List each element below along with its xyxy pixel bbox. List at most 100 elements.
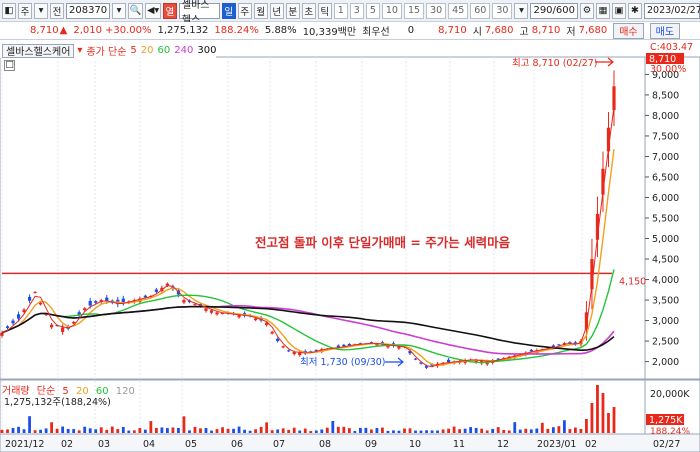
- interval-3[interactable]: 3: [349, 2, 364, 19]
- period-day-button[interactable]: 일: [221, 2, 236, 19]
- collapse-icon[interactable]: □: [4, 60, 15, 71]
- period-month-button[interactable]: 월: [253, 2, 268, 19]
- volume-bar: [55, 428, 59, 433]
- interval-10[interactable]: 10: [381, 2, 402, 19]
- code-dropdown-icon[interactable]: ▾: [112, 2, 126, 19]
- y-tick-label: 7,000: [652, 152, 679, 163]
- stock-name-field: 셀바스헬스: [178, 0, 220, 26]
- volume-bar: [546, 428, 550, 433]
- y-tick-label: 4,500: [652, 255, 679, 266]
- info-badge[interactable]: 열: [162, 2, 177, 19]
- volume-bar: [518, 429, 522, 433]
- speaker-icon[interactable]: ◀▾: [145, 2, 161, 19]
- chevron-down-icon[interactable]: ▾: [34, 2, 48, 19]
- interval-15[interactable]: 15: [403, 2, 425, 19]
- legend-dropdown-icon[interactable]: ▾: [77, 45, 82, 56]
- volume-bar: [314, 430, 318, 433]
- volume-bar: [392, 430, 395, 433]
- x-tick-label: 11: [453, 439, 465, 450]
- volume-bar: [298, 430, 302, 433]
- interval-45[interactable]: 45: [448, 2, 469, 19]
- volume-bar: [292, 427, 296, 433]
- x-tick-label: 2021/12: [5, 439, 44, 450]
- y-tick-label: 7,500: [652, 131, 679, 142]
- interval-5[interactable]: 5: [365, 2, 380, 19]
- period-tick-button[interactable]: 틱: [317, 2, 332, 19]
- volume-bar: [270, 430, 274, 433]
- x-tick-label: 08: [319, 439, 331, 450]
- volume-bar: [342, 426, 346, 433]
- volume-bar: [177, 427, 180, 433]
- tab-main[interactable]: 주: [18, 2, 32, 19]
- period-second-button[interactable]: 초: [301, 2, 316, 19]
- low-annotation: 최저 1,730 (09/30): [300, 357, 386, 368]
- volume-bar: [529, 429, 533, 433]
- period-year-button[interactable]: 년: [269, 2, 284, 19]
- volume-bar: [6, 429, 9, 433]
- best-bid-value: 0: [407, 25, 415, 36]
- volume-bar: [105, 429, 109, 433]
- chart-tools-icon[interactable]: ⚙: [580, 2, 594, 19]
- count-field[interactable]: 290/600: [530, 2, 578, 19]
- stock-code-input[interactable]: 208370: [66, 2, 110, 19]
- save-icon[interactable]: ▣: [612, 2, 626, 19]
- volume-bar: [232, 428, 235, 433]
- buy-button[interactable]: 매수: [613, 22, 644, 39]
- interval-30[interactable]: 30: [426, 2, 447, 19]
- candle-body: [287, 350, 291, 352]
- resistance-label: 4,150: [619, 276, 646, 287]
- x-tick-label: 07: [273, 439, 285, 450]
- volume-bar: [502, 429, 506, 433]
- sell-button[interactable]: 매도: [649, 22, 681, 39]
- interval-dropdown-icon[interactable]: ▾: [514, 2, 529, 19]
- period-minute-button[interactable]: 분: [285, 2, 300, 19]
- ma-60: 60: [157, 45, 171, 56]
- volume-bar: [50, 422, 54, 433]
- volume-bar: [414, 430, 417, 433]
- interval-60[interactable]: 60: [470, 2, 491, 19]
- volume-bar: [585, 419, 588, 433]
- volume-bar: [590, 403, 594, 433]
- period-week-button[interactable]: 주: [237, 2, 252, 19]
- gear-icon[interactable]: ✱: [628, 2, 642, 19]
- window-menu-icon[interactable]: ◧: [2, 2, 16, 19]
- volume-bar: [88, 428, 92, 433]
- up-arrow-icon: ▲: [59, 25, 68, 36]
- candle-body: [215, 312, 219, 315]
- volume-bar: [596, 385, 599, 433]
- y-tick-label: 5,000: [652, 234, 679, 245]
- candle-body: [50, 324, 54, 328]
- high-label: 고: [519, 27, 529, 38]
- volume-bar: [138, 428, 142, 433]
- interval-custom[interactable]: 30: [492, 2, 513, 19]
- candle-body: [88, 300, 92, 306]
- candle-body: [5, 326, 10, 329]
- ma-240: 240: [174, 45, 194, 56]
- volume-bar: [353, 430, 357, 433]
- volume-bar: [221, 427, 224, 433]
- volume-bar: [149, 421, 153, 433]
- volume-bar: [39, 429, 42, 433]
- volume-bar: [469, 427, 473, 433]
- volume-bar: [248, 430, 252, 433]
- price-pane: [0, 56, 646, 380]
- tab-all[interactable]: 전: [50, 2, 64, 19]
- ma-type-label: 종가 단순: [86, 47, 127, 58]
- stock-name-label[interactable]: 셀바스헬스케어: [2, 43, 75, 58]
- volume-bar: [562, 420, 566, 433]
- volume-bar: [199, 428, 202, 433]
- volume-bar: [66, 428, 70, 433]
- volume-bar: [408, 428, 412, 433]
- volume-bar: [568, 429, 572, 433]
- search-icon[interactable]: 🔍: [128, 2, 144, 19]
- volume-bar: [463, 428, 467, 433]
- ma-5: 5: [130, 45, 137, 56]
- table-icon[interactable]: ▦: [596, 2, 610, 19]
- open-label: 시: [472, 27, 482, 38]
- volume-bar: [259, 426, 263, 433]
- volume-bar: [458, 429, 462, 433]
- volume-bar: [491, 428, 495, 433]
- volume-bar: [127, 430, 131, 433]
- interval-1[interactable]: 1: [333, 2, 348, 19]
- date-field[interactable]: 2023/02/27: [644, 2, 700, 19]
